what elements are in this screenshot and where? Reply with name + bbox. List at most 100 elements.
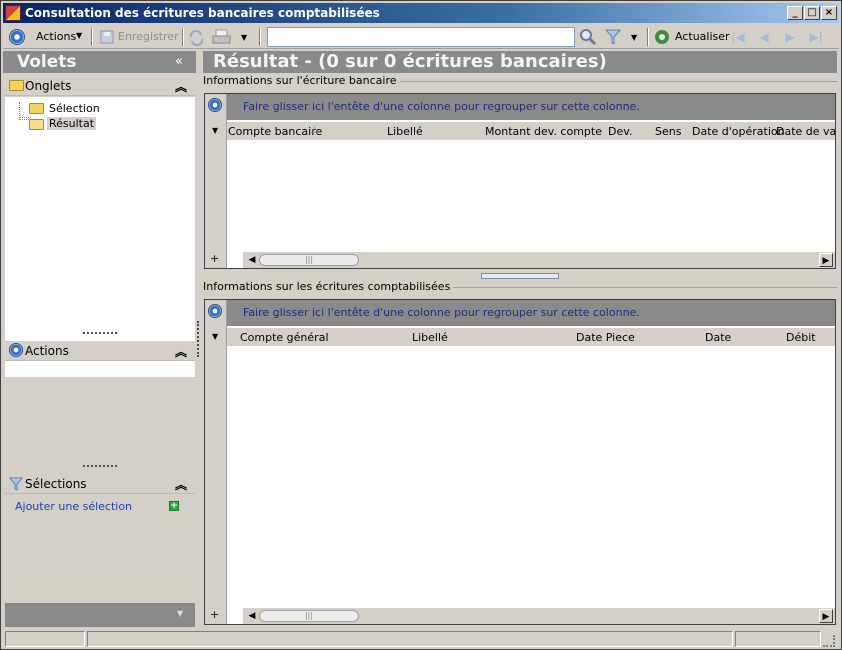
- expand-icon[interactable]: +: [210, 252, 219, 265]
- scroll-left-icon[interactable]: ◀: [245, 609, 259, 623]
- folder-icon: [9, 80, 24, 91]
- status-panel: [5, 631, 85, 647]
- actions-icon: [9, 343, 23, 357]
- bank-group-title: Informations sur l'écriture bancaire: [203, 74, 400, 87]
- horizontal-splitter[interactable]: [481, 273, 559, 279]
- app-icon[interactable]: [5, 5, 21, 21]
- resize-grip-icon[interactable]: [823, 635, 835, 647]
- column-header[interactable]: Compte bancaire: [228, 125, 322, 138]
- bank-entries-grid[interactable]: ▼ + Faire glisser ici l'entête d'une col…: [204, 93, 836, 269]
- status-bar: [3, 629, 839, 649]
- column-chooser-icon[interactable]: ▼: [212, 332, 218, 341]
- column-chooser-icon[interactable]: ▼: [212, 126, 218, 135]
- minimize-button[interactable]: _: [787, 6, 803, 20]
- collapse-section-icon[interactable]: ︽: [175, 476, 187, 493]
- scroll-left-icon[interactable]: ◀: [245, 253, 259, 267]
- refresh-button[interactable]: Actualiser: [653, 27, 730, 47]
- actions-icon[interactable]: [9, 29, 25, 45]
- column-header[interactable]: Débit: [786, 331, 816, 344]
- volets-title: Volets: [17, 52, 77, 72]
- filter-icon[interactable]: [605, 28, 621, 46]
- maximize-button[interactable]: □: [804, 6, 820, 20]
- print-dropdown-icon[interactable]: ▼: [241, 33, 247, 42]
- scroll-thumb[interactable]: |||: [259, 254, 359, 266]
- result-header: Résultat - (0 sur 0 écritures bancaires): [203, 51, 837, 73]
- collapse-section-icon[interactable]: ︽: [175, 78, 187, 95]
- toolbar-separator: [259, 28, 261, 46]
- folder-icon: [29, 103, 44, 114]
- group-by-panel[interactable]: Faire glisser ici l'entête d'une colonne…: [227, 300, 835, 326]
- last-icon[interactable]: ▶|: [809, 30, 823, 44]
- column-header[interactable]: Libellé: [387, 125, 423, 138]
- splitter-grip[interactable]: [83, 332, 117, 334]
- add-selection-link[interactable]: Ajouter une sélection: [15, 500, 132, 513]
- selections-title: Sélections: [25, 477, 87, 491]
- add-icon[interactable]: +: [169, 501, 179, 511]
- vertical-splitter-grip[interactable]: [197, 321, 199, 357]
- group-by-hint: Faire glisser ici l'entête d'une colonne…: [243, 100, 640, 113]
- search-input[interactable]: [267, 27, 575, 47]
- scroll-right-icon[interactable]: ▶: [819, 253, 833, 267]
- toolbar-separator: [91, 28, 93, 46]
- onglets-section-header[interactable]: Onglets ︽: [5, 76, 195, 96]
- horizontal-scrollbar[interactable]: ◀ ||| ▶: [243, 252, 835, 268]
- actions-menu-button[interactable]: Actions ▼: [33, 27, 87, 47]
- grid-options-icon[interactable]: [208, 304, 222, 318]
- close-button[interactable]: ×: [821, 6, 837, 20]
- splitter-grip[interactable]: [83, 465, 117, 467]
- column-header[interactable]: Date d'opération: [692, 125, 785, 138]
- onglets-tree: Sélection Résultat: [5, 97, 195, 377]
- result-title: Résultat - (0 sur 0 écritures bancaires): [213, 51, 607, 72]
- sync-icon[interactable]: [188, 29, 205, 46]
- tree-item-label: Sélection: [49, 102, 100, 115]
- tree-item-resultat[interactable]: Résultat: [29, 117, 97, 133]
- sort-ascending-icon: △: [311, 125, 318, 135]
- chevron-down-icon[interactable]: ▼: [177, 609, 183, 618]
- status-panel: [735, 631, 821, 647]
- column-header-row: Compte général Libellé Date Piece Date D…: [227, 328, 835, 346]
- selections-section-header[interactable]: Sélections ︽: [5, 474, 195, 494]
- application-window: Consultation des écritures bancaires com…: [0, 0, 842, 650]
- group-by-panel[interactable]: Faire glisser ici l'entête d'une colonne…: [227, 94, 835, 120]
- scroll-right-icon[interactable]: ▶: [819, 609, 833, 623]
- status-panel: [87, 631, 733, 647]
- filter-icon: [9, 477, 23, 491]
- refresh-label: Actualiser: [675, 30, 730, 43]
- scroll-thumb[interactable]: |||: [259, 610, 359, 622]
- save-icon: [100, 30, 114, 44]
- prev-icon[interactable]: ◀: [757, 30, 771, 44]
- group-by-hint: Faire glisser ici l'entête d'une colonne…: [243, 306, 640, 319]
- tree-item-selection[interactable]: Sélection: [29, 101, 100, 117]
- horizontal-scrollbar[interactable]: ◀ ||| ▶: [243, 608, 835, 624]
- column-header[interactable]: Compte général: [240, 331, 329, 344]
- grid-gutter: ▼ +: [205, 94, 227, 268]
- actions-menu-label: Actions: [36, 30, 77, 43]
- column-header[interactable]: Dev.: [608, 125, 632, 138]
- filter-dropdown-icon[interactable]: ▼: [631, 33, 637, 42]
- actions-section-title: Actions: [25, 344, 69, 358]
- grid-options-icon[interactable]: [208, 98, 222, 112]
- accounting-group-title: Informations sur les écritures comptabil…: [203, 280, 454, 293]
- onglets-title: Onglets: [25, 79, 72, 93]
- first-icon[interactable]: |◀: [731, 30, 745, 44]
- expand-icon[interactable]: +: [210, 608, 219, 621]
- print-icon[interactable]: [212, 29, 232, 46]
- toolbar: Actions ▼ Enregistrer ▼ ▼ Actualiser |◀ …: [3, 25, 839, 49]
- search-icon[interactable]: [579, 28, 597, 46]
- column-header[interactable]: Montant dev. compte: [485, 125, 602, 138]
- column-header[interactable]: Libellé: [412, 331, 448, 344]
- accounting-entries-grid[interactable]: ▼ + Faire glisser ici l'entête d'une col…: [204, 299, 836, 625]
- column-header[interactable]: Date Piece: [576, 331, 635, 344]
- window-title: Consultation des écritures bancaires com…: [25, 6, 380, 20]
- column-header[interactable]: Date de vale: [776, 125, 835, 138]
- save-label: Enregistrer: [118, 30, 179, 43]
- save-button[interactable]: Enregistrer: [97, 27, 179, 47]
- open-folder-icon: [29, 119, 44, 130]
- collapse-pane-button[interactable]: «: [175, 54, 183, 69]
- column-header[interactable]: Date: [705, 331, 731, 344]
- collapse-section-icon[interactable]: ︽: [175, 343, 187, 360]
- actions-section-header[interactable]: Actions ︽: [5, 341, 195, 361]
- next-icon[interactable]: ▶: [783, 30, 797, 44]
- column-header[interactable]: Sens: [655, 125, 681, 138]
- title-bar[interactable]: Consultation des écritures bancaires com…: [3, 3, 839, 23]
